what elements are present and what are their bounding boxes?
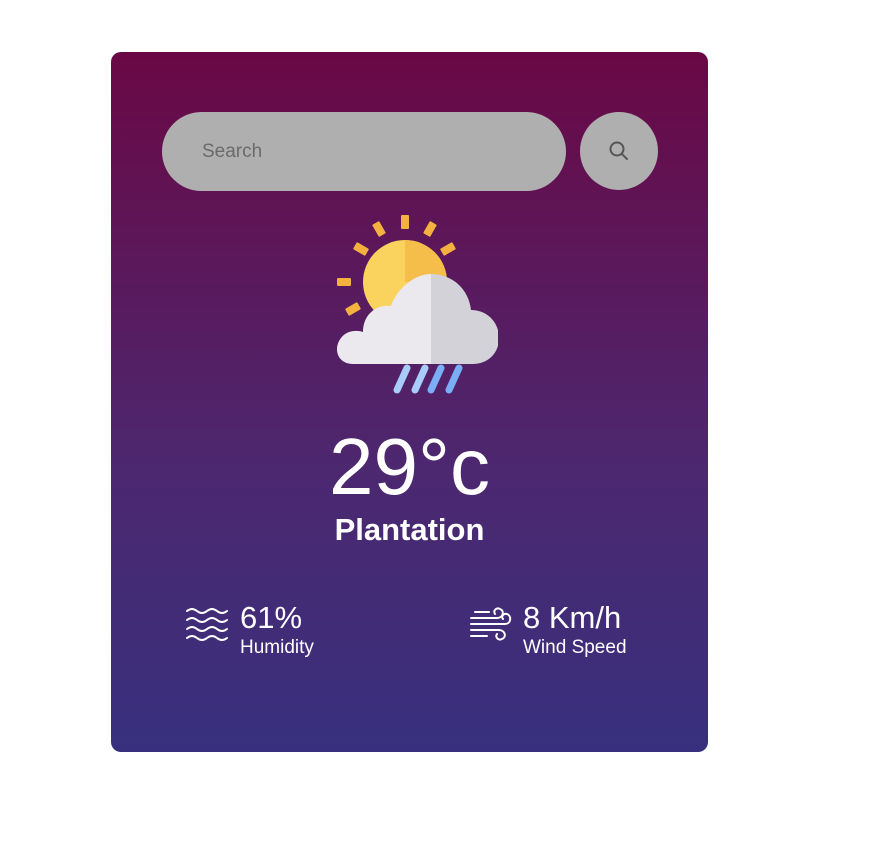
temperature: 29°c bbox=[329, 422, 490, 511]
humidity-value: 61% bbox=[240, 600, 303, 635]
sun-cloud-rain-icon bbox=[337, 215, 498, 394]
waves-icon bbox=[186, 608, 228, 641]
city-name: Plantation bbox=[334, 512, 485, 547]
wind-icon bbox=[470, 607, 512, 641]
search-input[interactable] bbox=[162, 112, 566, 191]
search-bar bbox=[162, 112, 658, 191]
wind-detail: 8 Km/h Wind Speed bbox=[469, 600, 649, 664]
search-icon bbox=[609, 141, 628, 160]
weather-card: 29°c Plantation 61% Humidity 8 Km/h Wind… bbox=[111, 52, 708, 752]
humidity-label: Humidity bbox=[240, 637, 314, 658]
wind-label: Wind Speed bbox=[523, 637, 627, 658]
humidity-detail: 61% Humidity bbox=[185, 600, 345, 664]
wind-value: 8 Km/h bbox=[523, 600, 622, 635]
search-button[interactable] bbox=[580, 112, 658, 190]
